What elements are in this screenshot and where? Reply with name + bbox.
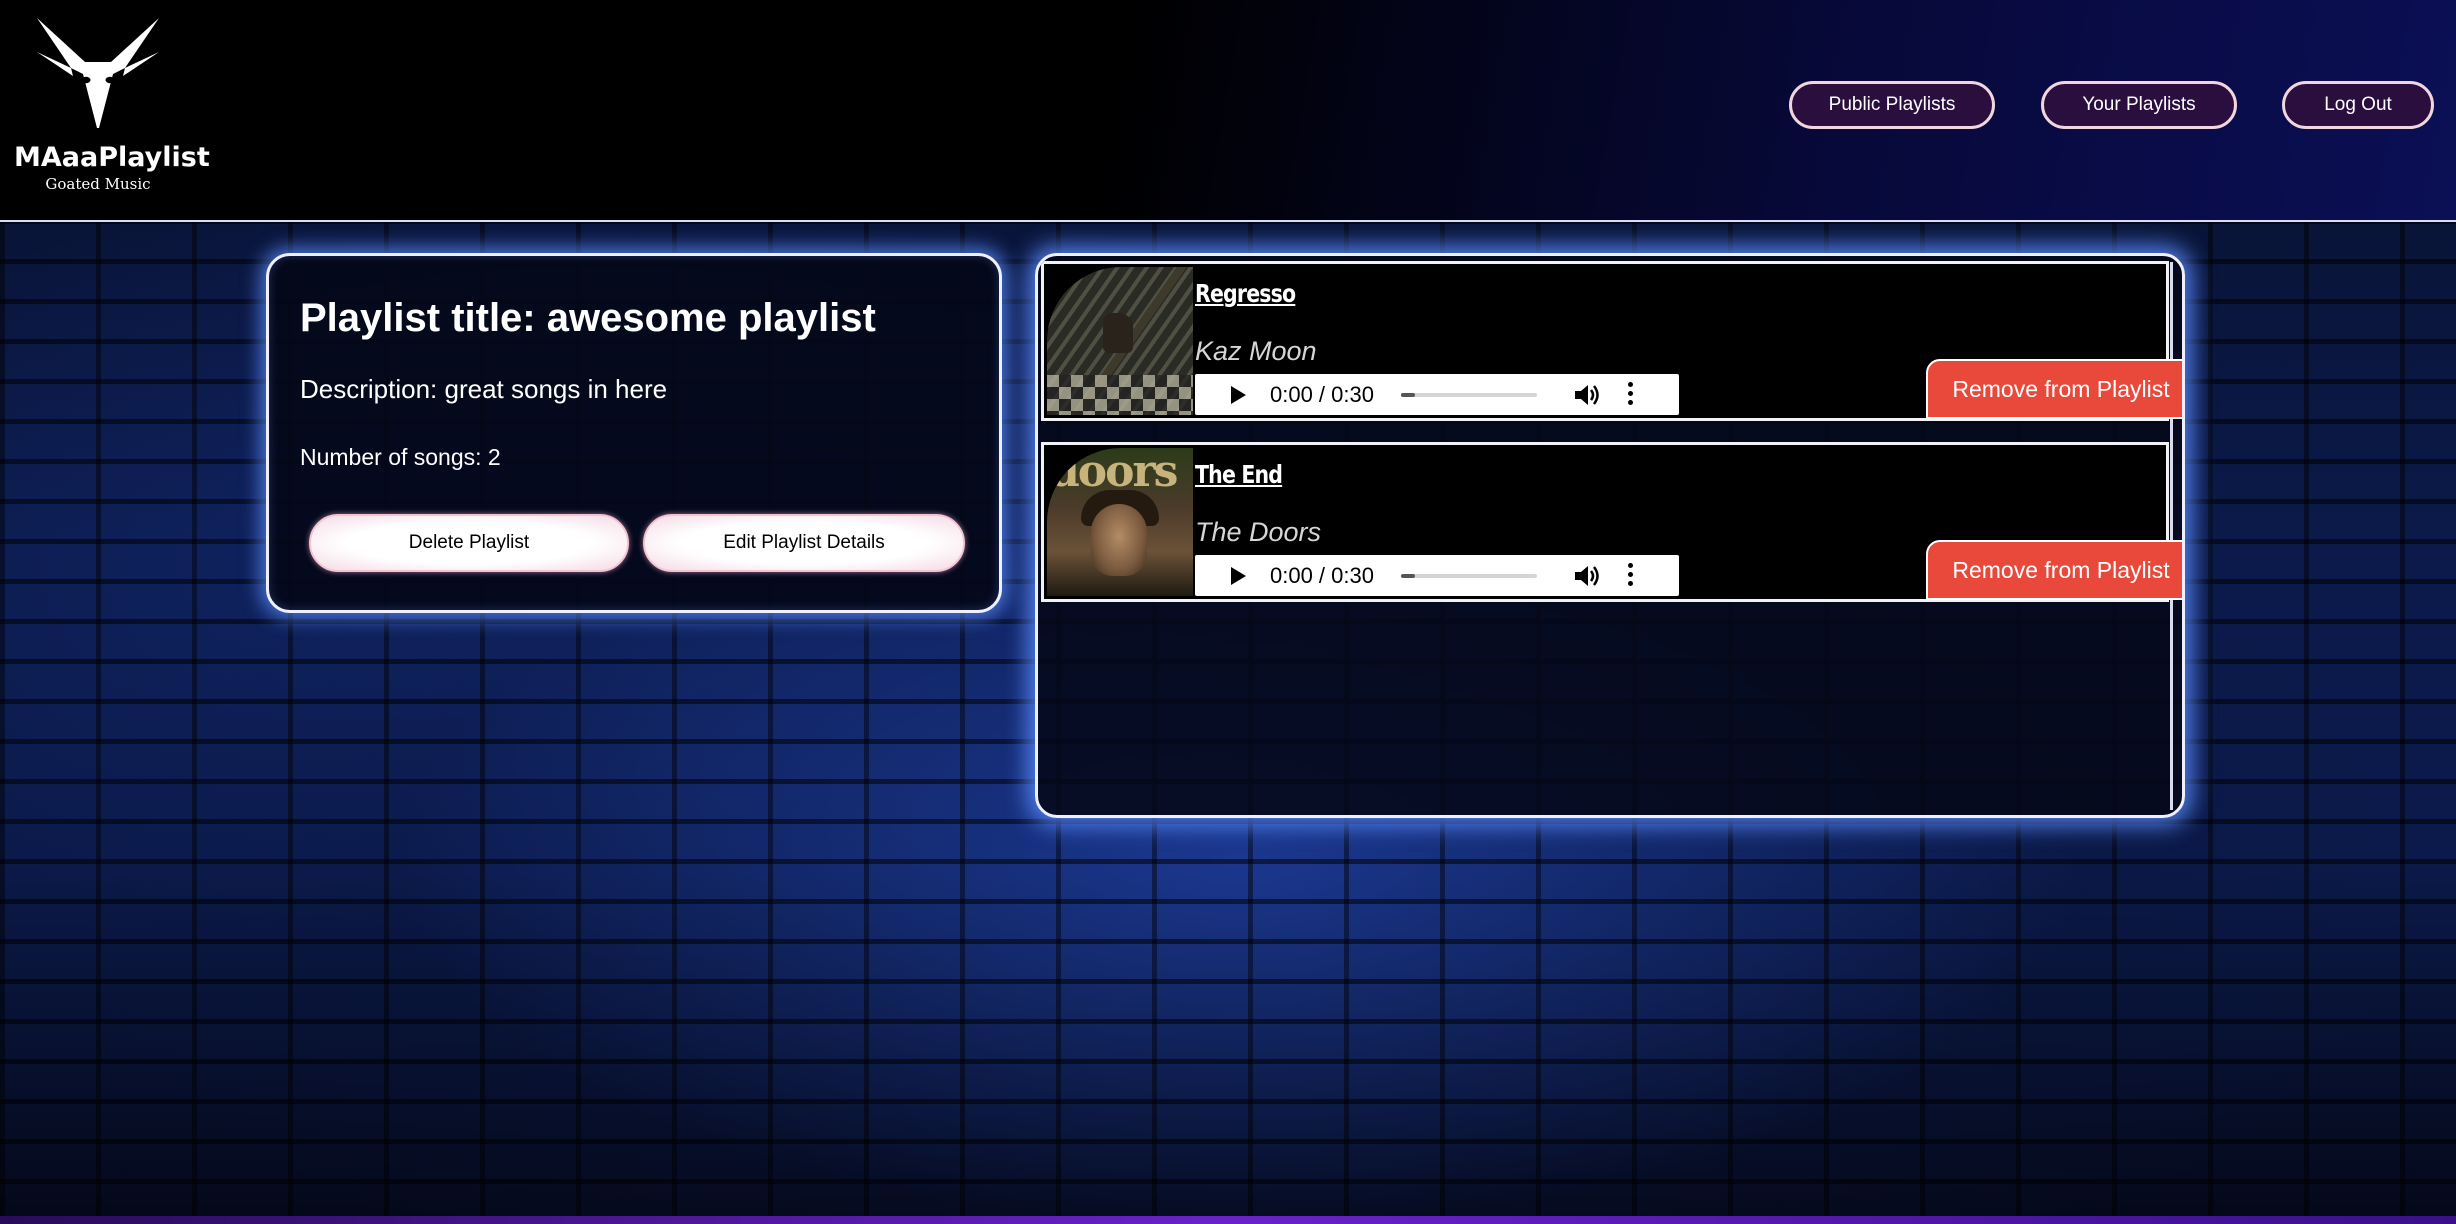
song-title-link[interactable]: The End	[1195, 460, 1283, 489]
audio-player: 0:00 / 0:30	[1195, 555, 1679, 596]
footer-strip	[0, 1216, 2456, 1224]
songs-scrollbar[interactable]	[2170, 262, 2173, 810]
volume-icon[interactable]	[1573, 383, 1601, 407]
song-row: doors The End The Doors 0:00 / 0:30 Remo…	[1041, 442, 2182, 602]
playlist-songs-panel[interactable]: Regresso Kaz Moon 0:00 / 0:30 Remove fro…	[1035, 253, 2185, 818]
album-cover-logo: doors	[1049, 448, 1178, 497]
site-header: MAaaPlaylist Goated Music Public Playlis…	[0, 0, 2456, 222]
remove-from-playlist-button[interactable]: Remove from Playlist	[1926, 359, 2182, 419]
audio-progress-slider[interactable]	[1401, 393, 1537, 397]
volume-icon[interactable]	[1573, 564, 1601, 588]
album-cover-image	[1047, 267, 1193, 415]
play-icon[interactable]	[1231, 386, 1246, 404]
song-row: Regresso Kaz Moon 0:00 / 0:30 Remove fro…	[1041, 261, 2182, 421]
log-out-button[interactable]: Log Out	[2282, 81, 2434, 129]
song-title-link[interactable]: Regresso	[1195, 279, 1296, 308]
audio-progress-slider[interactable]	[1401, 574, 1537, 578]
delete-playlist-button[interactable]: Delete Playlist	[309, 514, 629, 572]
album-cover-image: doors	[1047, 448, 1193, 596]
audio-progress-fill	[1401, 574, 1415, 578]
song-artist: The Doors	[1195, 517, 1322, 547]
site-logo[interactable]: MAaaPlaylist Goated Music	[14, 18, 210, 193]
more-options-icon[interactable]	[1627, 382, 1635, 408]
public-playlists-button[interactable]: Public Playlists	[1789, 81, 1995, 129]
song-artist: Kaz Moon	[1195, 336, 1317, 366]
album-cover-face	[1091, 504, 1147, 576]
goat-head-icon	[37, 18, 159, 128]
more-options-icon[interactable]	[1627, 563, 1635, 589]
audio-player: 0:00 / 0:30	[1195, 374, 1679, 415]
your-playlists-button[interactable]: Your Playlists	[2041, 81, 2237, 129]
playlist-info-panel: Playlist title: awesome playlist Descrip…	[266, 253, 1002, 613]
play-icon[interactable]	[1231, 567, 1246, 585]
audio-time: 0:00 / 0:30	[1270, 382, 1374, 407]
edit-playlist-details-button[interactable]: Edit Playlist Details	[643, 514, 965, 572]
audio-time: 0:00 / 0:30	[1270, 563, 1374, 588]
playlist-description: Description: great songs in here	[300, 374, 668, 404]
playlist-song-count: Number of songs: 2	[300, 444, 501, 470]
logo-tagline: Goated Music	[45, 175, 151, 193]
logo-name: MAaaPlaylist	[14, 142, 210, 173]
audio-progress-fill	[1401, 393, 1415, 397]
remove-from-playlist-button[interactable]: Remove from Playlist	[1926, 540, 2182, 600]
playlist-title: Playlist title: awesome playlist	[300, 296, 876, 340]
